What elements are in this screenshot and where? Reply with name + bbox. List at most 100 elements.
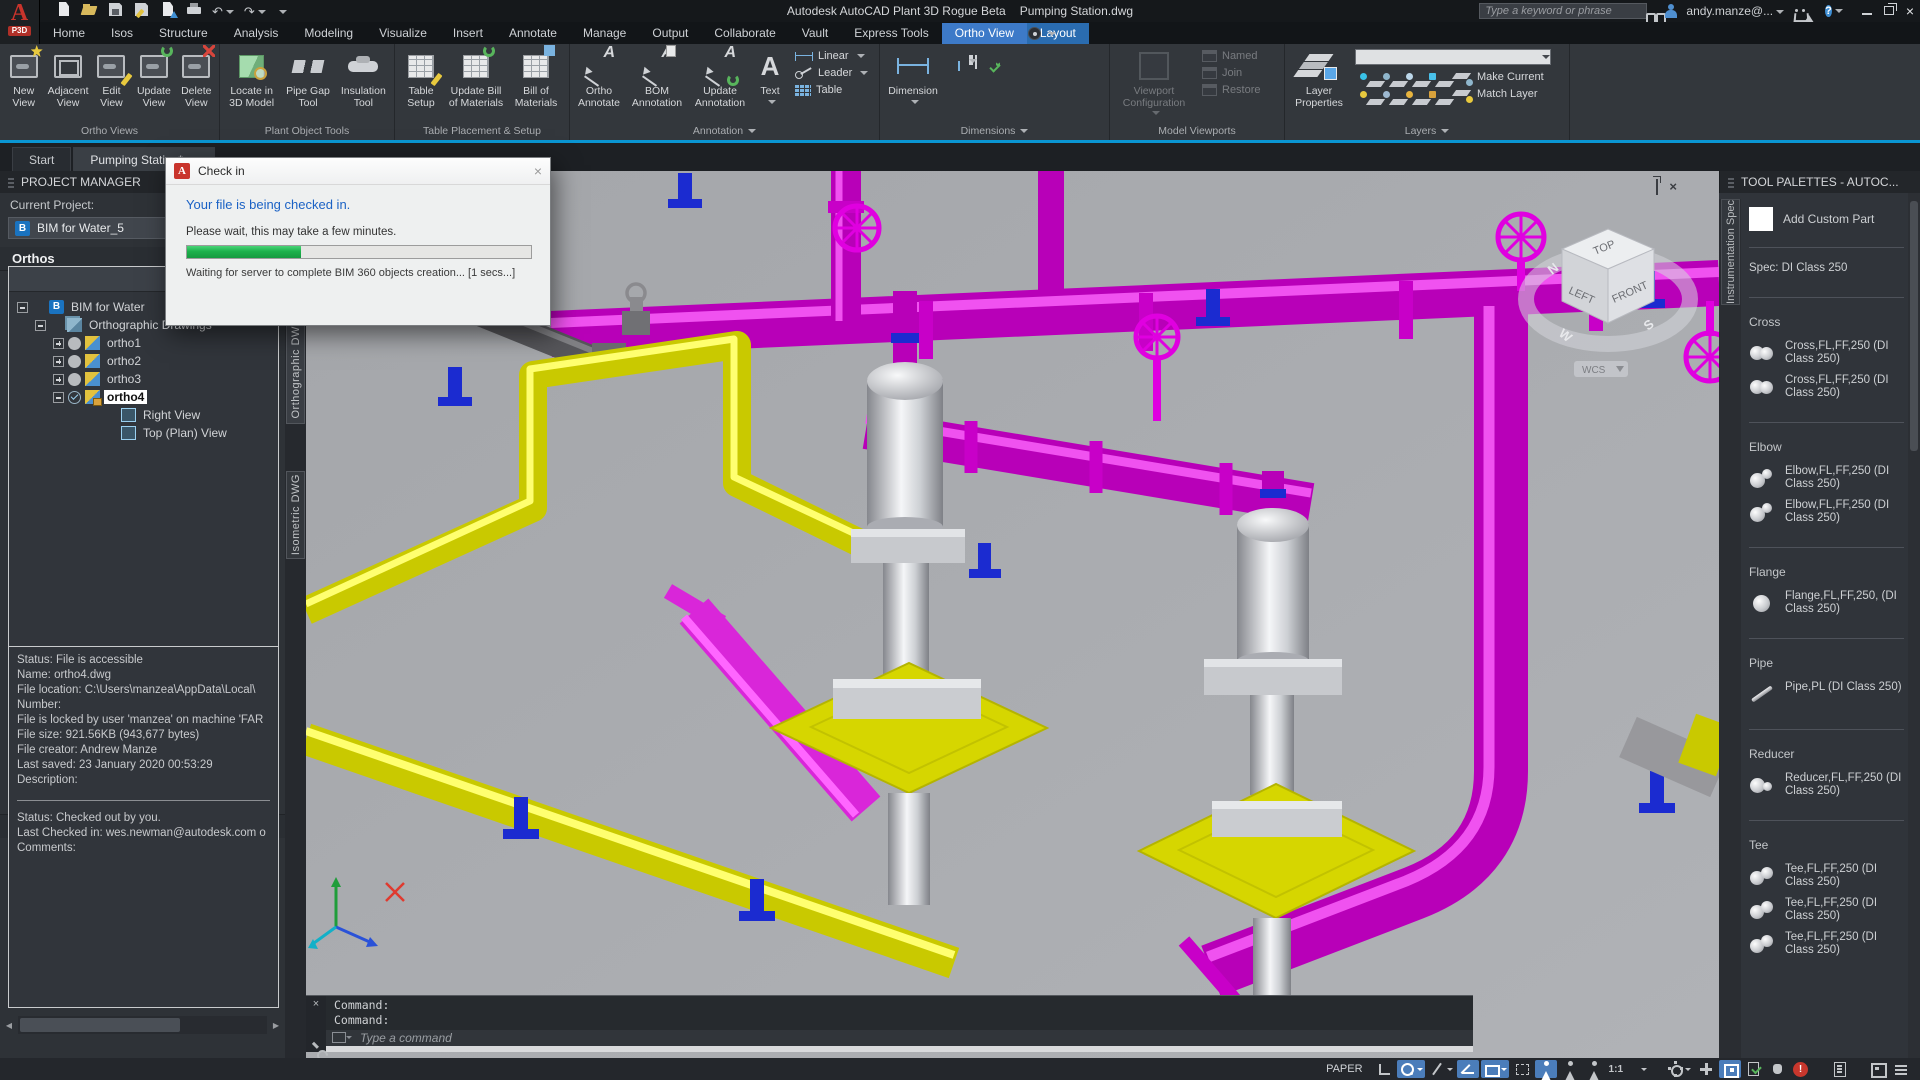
statusbar-toggle[interactable]: [1457, 1060, 1479, 1078]
bom-button[interactable]: Bill of Materials: [508, 47, 564, 110]
palette-row[interactable]: Cross,FL,FF,250 (DI Class 250): [1749, 340, 1904, 366]
edit-view-button[interactable]: Edit View: [92, 47, 131, 110]
open-button[interactable]: [82, 2, 98, 20]
ribbon-tab[interactable]: Collaborate: [701, 23, 788, 44]
insulation-tool-button[interactable]: Insulation Tool: [336, 47, 391, 110]
scroll-right-icon[interactable]: ▶: [267, 1016, 285, 1034]
viewport-close-button[interactable]: ×: [1669, 179, 1677, 194]
palette-row[interactable]: Spec: DI Class 250: [1749, 247, 1904, 275]
ribbon-tab[interactable]: Manage: [570, 23, 639, 44]
palette-row[interactable]: Elbow,FL,FF,250 (DI Class 250): [1749, 499, 1904, 525]
panel-grip-icon[interactable]: [8, 176, 14, 188]
restore-viewports-button[interactable]: Restore: [1200, 83, 1263, 97]
redo-button[interactable]: ↷: [244, 4, 266, 19]
ribbon-display-toggle-button[interactable]: [1045, 26, 1056, 40]
tree-item[interactable]: ortho3: [9, 370, 278, 388]
statusbar-toggle[interactable]: 1:1: [1607, 1060, 1649, 1078]
panel-title[interactable]: Model Viewports: [1110, 122, 1284, 140]
ribbon-tab[interactable]: Output: [639, 23, 701, 44]
panel-title[interactable]: Dimensions: [880, 122, 1109, 140]
ribbon-tab[interactable]: Modeling: [291, 23, 366, 44]
update-view-button[interactable]: Update View: [132, 47, 175, 110]
dialog-title-bar[interactable]: A Check in ×: [166, 158, 550, 185]
statusbar-toggle[interactable]: [1373, 1060, 1395, 1078]
ribbon-tab[interactable]: Annotate: [496, 23, 570, 44]
palette-row[interactable]: Reducer: [1749, 729, 1904, 761]
palette-row[interactable]: Cross,FL,FF,250 (DI Class 250): [1749, 374, 1904, 400]
ribbon-tab[interactable]: Isos: [98, 23, 146, 44]
update-annotation-button[interactable]: A Update Annotation: [689, 47, 751, 110]
match-layer-button[interactable]: Match Layer: [1452, 87, 1544, 101]
tree-toggle-icon[interactable]: [35, 320, 46, 331]
statusbar-toggle[interactable]: [1397, 1060, 1425, 1078]
viewport-configuration-button[interactable]: Viewport Configuration: [1113, 47, 1195, 118]
palette-row[interactable]: Tee,FL,FF,250 (DI Class 250): [1749, 931, 1904, 957]
tool-palettes-header[interactable]: TOOL PALETTES - AUTOC...: [1719, 171, 1920, 193]
join-viewports-button[interactable]: Join: [1200, 66, 1263, 80]
panel-title[interactable]: Layers: [1285, 122, 1569, 140]
help-button[interactable]: ?: [1825, 3, 1843, 19]
palette-row[interactable]: Add Custom Part: [1749, 207, 1904, 231]
viewport-restore-button[interactable]: [1656, 180, 1658, 194]
command-window-edge[interactable]: [326, 1046, 1473, 1052]
dimension-button[interactable]: Dimension: [883, 47, 943, 107]
palette-row[interactable]: Tee,FL,FF,250 (DI Class 250): [1749, 897, 1904, 923]
signin-menu-button[interactable]: andy.manze@...: [1686, 4, 1784, 18]
table-setup-button[interactable]: Table Setup: [398, 47, 444, 110]
app-logo-button[interactable]: A P3D: [0, 0, 40, 44]
make-current-button[interactable]: Make Current: [1452, 70, 1544, 84]
minimize-button[interactable]: [1862, 4, 1872, 18]
command-input[interactable]: [360, 1031, 1467, 1045]
ribbon-tab[interactable]: Ortho View: [942, 23, 1027, 44]
statusbar-toggle[interactable]: [1665, 1060, 1693, 1078]
upload-button[interactable]: [160, 2, 176, 20]
named-viewports-button[interactable]: Named: [1200, 49, 1263, 63]
ortho-annotate-button[interactable]: A Ortho Annotate: [573, 47, 625, 110]
statusbar-toggle[interactable]: [1695, 1060, 1717, 1078]
palette-tab[interactable]: Instrumentation Spec: [1721, 199, 1740, 305]
tree-toggle-icon[interactable]: [53, 374, 64, 385]
ribbon-tab[interactable]: Visualize: [366, 23, 440, 44]
statusbar-toggle[interactable]: [1535, 1060, 1557, 1078]
close-button[interactable]: ×: [1906, 4, 1914, 19]
tree-toggle-icon[interactable]: [17, 302, 28, 313]
bom-annotation-button[interactable]: A BOM Annotation: [626, 47, 688, 110]
adjacent-view-button[interactable]: Adjacent View: [45, 47, 90, 110]
tree-item[interactable]: ortho2: [9, 352, 278, 370]
statusbar-toggle[interactable]: [1427, 1060, 1455, 1078]
drawing-type-tab[interactable]: Orthographic DWG: [286, 312, 305, 424]
tree-toggle-icon[interactable]: [53, 356, 64, 367]
table-button[interactable]: Table: [793, 83, 870, 97]
update-bom-button[interactable]: Update Bill of Materials: [445, 47, 507, 110]
statusbar-toggle[interactable]: [1828, 1060, 1850, 1078]
tree-item[interactable]: ortho4: [9, 388, 278, 406]
undo-button[interactable]: ↶: [212, 4, 234, 19]
statusbar-toggle[interactable]: [1890, 1060, 1912, 1078]
statusbar-toggle[interactable]: [1583, 1060, 1605, 1078]
ribbon-tab[interactable]: Home: [40, 23, 98, 44]
wcs-selector[interactable]: WCS: [1574, 361, 1628, 377]
dim-continue-button[interactable]: [966, 53, 977, 67]
new-button[interactable]: [56, 2, 72, 20]
panel-title[interactable]: Annotation: [570, 122, 879, 140]
new-view-button[interactable]: New View: [3, 47, 44, 110]
drawing-type-tab[interactable]: Isometric DWG: [286, 471, 305, 559]
search-input[interactable]: [1479, 3, 1647, 19]
command-prompt-icon[interactable]: [332, 1032, 346, 1043]
text-button[interactable]: A Text: [752, 47, 788, 107]
statusbar-toggle[interactable]: [1767, 1060, 1789, 1078]
palette-row[interactable]: Cross: [1749, 297, 1904, 329]
palette-row[interactable]: Elbow: [1749, 422, 1904, 454]
horizontal-scrollbar[interactable]: ◀ ▶: [0, 1016, 285, 1034]
palette-row[interactable]: Tee: [1749, 820, 1904, 852]
ribbon-tab[interactable]: Express Tools: [841, 23, 941, 44]
palette-row[interactable]: Reducer,FL,FF,250 (DI Class 250): [1749, 772, 1904, 798]
delete-view-button[interactable]: Delete View: [177, 47, 216, 110]
dialog-close-icon[interactable]: ×: [534, 163, 542, 179]
save-as-button[interactable]: [134, 2, 150, 20]
ribbon-tab[interactable]: Vault: [789, 23, 841, 44]
ribbon-tab[interactable]: Structure: [146, 23, 221, 44]
palette-scrollbar[interactable]: [1908, 193, 1920, 1058]
pipe-gap-tool-button[interactable]: Pipe Gap Tool: [281, 47, 334, 110]
plot-button[interactable]: [186, 2, 202, 20]
